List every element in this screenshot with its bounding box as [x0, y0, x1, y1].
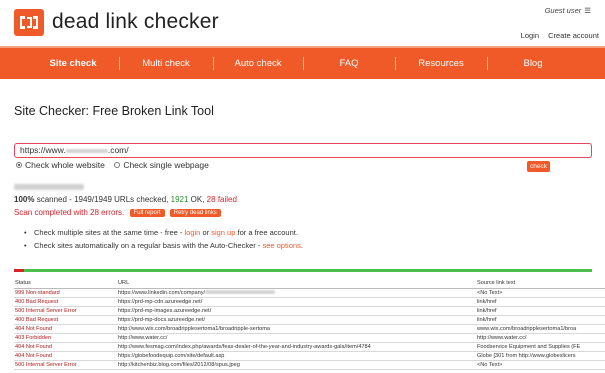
table-row[interactable]: 500 Internal Server Error http://kitchenb… — [14, 360, 605, 371]
url-value-suffix: .com/ — [107, 145, 129, 155]
row-source: <No Text> — [476, 288, 605, 298]
row-source: Globe [301 from http://www.globeslicers — [476, 351, 605, 362]
row-url[interactable]: https://globefoodequip.com/site/default.… — [117, 351, 476, 362]
row-status: 400 Bad Request — [14, 315, 117, 325]
row-status: 400 Bad Request — [14, 297, 117, 307]
account-links: Login Create account — [514, 31, 599, 40]
nav-site-check[interactable]: Site check — [28, 48, 118, 79]
checked-count: 1949/1949 — [74, 195, 112, 204]
check-button[interactable]: check — [527, 161, 550, 172]
scanned-site-redacted — [14, 184, 84, 190]
row-url[interactable]: https://www.linkedin.com/company/ — [117, 288, 476, 298]
nav-blog[interactable]: Blog — [488, 48, 578, 79]
sign-up-link[interactable]: sign up — [211, 228, 235, 237]
scanned-label: scanned - — [36, 195, 72, 204]
url-redacted — [205, 290, 276, 295]
table-row[interactable]: 500 Internal Server Error https://prd-mp-… — [14, 306, 605, 316]
nav-multi-check[interactable]: Multi check — [120, 48, 212, 79]
table-row[interactable]: 400 Bad Request https://prd-mp-docs.azure… — [14, 315, 605, 325]
scanned-percent: 100% — [14, 195, 35, 204]
table-row[interactable]: 999 Non-standard https://www.linkedin.com… — [14, 288, 605, 298]
row-source: link/href — [476, 315, 605, 325]
row-url[interactable]: http://kitchenbiz.blog.com/files/2012/08… — [117, 360, 476, 371]
logo-text[interactable]: dead link checker — [52, 10, 219, 34]
table-header-row: Status URL Source link text — [14, 279, 605, 289]
tip-text: for a free account. — [237, 228, 298, 237]
row-source: link/href — [476, 306, 605, 316]
ok-count: 1921 — [170, 195, 189, 204]
check-mode-options: Check whole website Check single webpage — [16, 160, 209, 170]
row-status: 404 Not Found — [14, 324, 117, 334]
full-report-button[interactable]: Full report — [129, 209, 165, 217]
table-row[interactable]: 404 Not Found http://www.wix.com/broadrip… — [14, 324, 605, 334]
main-nav: Site check Multi check Auto check FAQ Re… — [0, 46, 605, 79]
radio-checked-icon — [16, 161, 22, 168]
table-row[interactable]: 404 Not Found https://globefoodequip.com/… — [14, 351, 605, 362]
page-title: Site Checker: Free Broken Link Tool — [14, 104, 214, 118]
row-status: 500 Internal Server Error — [14, 306, 117, 316]
scan-status-line: Scan completed with 28 errors. Full repo… — [14, 208, 221, 217]
row-source: link/href — [476, 297, 605, 307]
row-url[interactable]: https://prd-mp-docs.azureedge.net/ — [117, 315, 476, 325]
row-status: 404 Not Found — [14, 351, 117, 362]
ok-label: OK, — [190, 195, 205, 204]
row-source: http://www.water.cc/ — [476, 333, 605, 344]
row-url[interactable]: https://prd-mp-images.azureedge.net/ — [117, 306, 476, 316]
row-url[interactable]: http://www.water.cc/ — [117, 333, 476, 344]
row-url[interactable]: http://www.wix.com/broadripplesertoma1/b… — [117, 324, 476, 334]
table-row[interactable]: 403 Forbidden http://www.water.cc/http://… — [14, 333, 605, 344]
tip-text: or — [202, 228, 210, 237]
url-redacted — [65, 148, 108, 153]
row-url[interactable]: http://www.fesmag.com/index.php/awards/f… — [117, 342, 476, 353]
results-table: Status URL Source link text 999 Non-stan… — [14, 279, 605, 371]
scan-stats: 100% scanned - 1949/1949 URLs checked, 1… — [14, 195, 237, 204]
checked-label: URLs checked, — [114, 195, 169, 204]
see-options-link[interactable]: see options — [262, 241, 300, 250]
column-header-source: Source link text — [476, 279, 605, 289]
column-header-url: URL — [117, 279, 476, 289]
url-value-prefix: https://www. — [20, 145, 66, 155]
tips-list: Check multiple sites at the same time - … — [24, 228, 303, 254]
nav-resources[interactable]: Resources — [396, 48, 486, 79]
row-status: 500 Internal Server Error — [14, 360, 117, 371]
failed-label: failed — [217, 195, 237, 204]
radio-unchecked-icon — [114, 161, 121, 168]
row-status: 404 Not Found — [14, 342, 117, 353]
failed-count: 28 — [206, 195, 216, 204]
row-status: 403 Forbidden — [14, 333, 117, 344]
guest-user-menu[interactable]: Guest user ☰ — [545, 6, 591, 15]
scan-progress-bar — [14, 269, 592, 272]
nav-auto-check[interactable]: Auto check — [214, 48, 302, 79]
row-source: <No Text> — [476, 360, 605, 371]
login-link[interactable]: Login — [521, 31, 539, 40]
guest-user-label: Guest user — [544, 6, 582, 15]
option-whole-website[interactable]: Check whole website — [16, 160, 105, 170]
nav-faq[interactable]: FAQ — [304, 48, 394, 79]
list-item: Check sites automatically on a regular b… — [24, 241, 303, 250]
logo-icon[interactable] — [14, 9, 44, 36]
row-url[interactable]: https://prd-mp-cdn.azureedge.net/ — [117, 297, 476, 307]
tip-text: Check sites automatically on a regular b… — [34, 241, 261, 250]
column-header-status: Status — [14, 279, 117, 289]
tip-text: Check multiple sites at the same time - … — [34, 228, 183, 237]
option-single-webpage[interactable]: Check single webpage — [114, 160, 209, 170]
tip-text: . — [300, 241, 303, 250]
row-source: www.wix.com/broadripplesertoma1/broa — [476, 324, 605, 334]
scan-status: Scan completed with 28 errors. — [14, 208, 125, 217]
login-link[interactable]: login — [184, 228, 200, 237]
failed-portion-bar — [14, 269, 25, 272]
hamburger-icon[interactable]: ☰ — [584, 6, 591, 15]
row-source: Foodservice Equipment and Supplies (FE — [476, 342, 605, 353]
row-status: 999 Non-standard — [14, 288, 117, 298]
table-row[interactable]: 400 Bad Request https://prd-mp-cdn.azuree… — [14, 297, 605, 307]
table-row[interactable]: 404 Not Found http://www.fesmag.com/index… — [14, 342, 605, 353]
url-input[interactable]: https://www. .com/ — [14, 143, 592, 158]
create-account-link[interactable]: Create account — [548, 31, 599, 40]
retry-dead-links-button[interactable]: Retry dead links — [169, 209, 221, 217]
list-item: Check multiple sites at the same time - … — [24, 228, 303, 237]
header: dead link checker Guest user ☰ Login Crea… — [0, 0, 605, 46]
